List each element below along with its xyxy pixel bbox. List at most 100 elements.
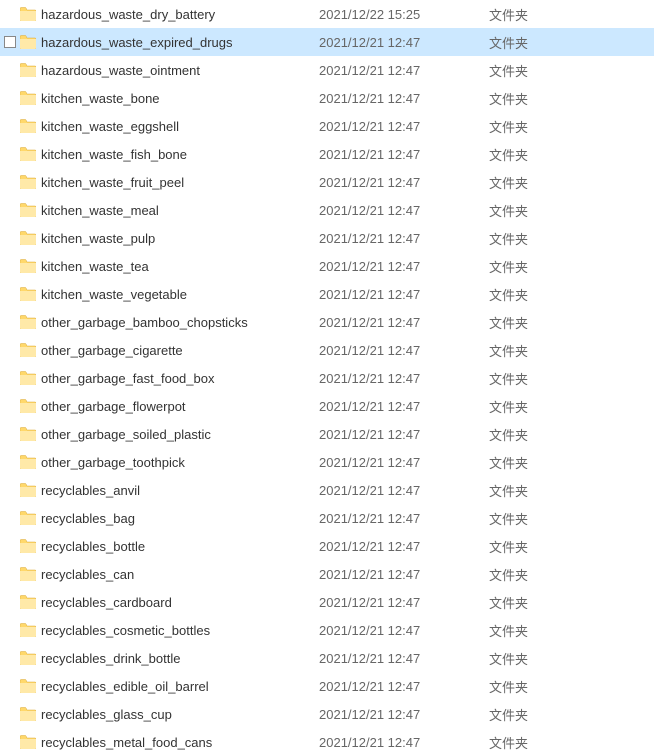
file-row[interactable]: kitchen_waste_fish_bone2021/12/21 12:47文… — [0, 140, 654, 168]
icon-cell — [17, 511, 39, 525]
file-type: 文件夹 — [489, 229, 589, 248]
file-row[interactable]: recyclables_anvil2021/12/21 12:47文件夹 — [0, 476, 654, 504]
icon-cell — [17, 203, 39, 217]
icon-cell — [17, 483, 39, 497]
folder-icon — [20, 623, 36, 637]
file-type: 文件夹 — [489, 593, 589, 612]
file-name: other_garbage_fast_food_box — [39, 371, 319, 386]
file-row[interactable]: recyclables_cardboard2021/12/21 12:47文件夹 — [0, 588, 654, 616]
file-row[interactable]: other_garbage_bamboo_chopsticks2021/12/2… — [0, 308, 654, 336]
icon-cell — [17, 455, 39, 469]
file-type: 文件夹 — [489, 201, 589, 220]
icon-cell — [17, 35, 39, 49]
folder-icon — [20, 203, 36, 217]
file-row[interactable]: kitchen_waste_meal2021/12/21 12:47文件夹 — [0, 196, 654, 224]
file-name: recyclables_can — [39, 567, 319, 582]
file-row[interactable]: kitchen_waste_bone2021/12/21 12:47文件夹 — [0, 84, 654, 112]
file-name: recyclables_bag — [39, 511, 319, 526]
icon-cell — [17, 343, 39, 357]
file-type: 文件夹 — [489, 649, 589, 668]
file-date: 2021/12/21 12:47 — [319, 623, 489, 638]
folder-icon — [20, 287, 36, 301]
file-type: 文件夹 — [489, 117, 589, 136]
file-date: 2021/12/21 12:47 — [319, 455, 489, 470]
file-name: recyclables_bottle — [39, 539, 319, 554]
folder-icon — [20, 679, 36, 693]
file-name: other_garbage_bamboo_chopsticks — [39, 315, 319, 330]
folder-icon — [20, 91, 36, 105]
file-row[interactable]: kitchen_waste_pulp2021/12/21 12:47文件夹 — [0, 224, 654, 252]
file-type: 文件夹 — [489, 677, 589, 696]
folder-icon — [20, 707, 36, 721]
file-name: kitchen_waste_eggshell — [39, 119, 319, 134]
file-row[interactable]: recyclables_glass_cup2021/12/21 12:47文件夹 — [0, 700, 654, 728]
file-row[interactable]: recyclables_bag2021/12/21 12:47文件夹 — [0, 504, 654, 532]
icon-cell — [17, 371, 39, 385]
file-date: 2021/12/21 12:47 — [319, 679, 489, 694]
file-name: kitchen_waste_fruit_peel — [39, 175, 319, 190]
file-date: 2021/12/21 12:47 — [319, 371, 489, 386]
file-date: 2021/12/21 12:47 — [319, 483, 489, 498]
file-type: 文件夹 — [489, 285, 589, 304]
file-row[interactable]: hazardous_waste_ointment2021/12/21 12:47… — [0, 56, 654, 84]
file-type: 文件夹 — [489, 481, 589, 500]
file-name: recyclables_cardboard — [39, 595, 319, 610]
row-checkbox[interactable] — [4, 36, 16, 48]
file-row[interactable]: other_garbage_soiled_plastic2021/12/21 1… — [0, 420, 654, 448]
file-row[interactable]: other_garbage_toothpick2021/12/21 12:47文… — [0, 448, 654, 476]
file-date: 2021/12/21 12:47 — [319, 651, 489, 666]
icon-cell — [17, 231, 39, 245]
folder-icon — [20, 455, 36, 469]
file-row[interactable]: other_garbage_cigarette2021/12/21 12:47文… — [0, 336, 654, 364]
file-type: 文件夹 — [489, 453, 589, 472]
file-type: 文件夹 — [489, 145, 589, 164]
folder-icon — [20, 651, 36, 665]
icon-cell — [17, 651, 39, 665]
file-type: 文件夹 — [489, 89, 589, 108]
file-row[interactable]: recyclables_bottle2021/12/21 12:47文件夹 — [0, 532, 654, 560]
file-date: 2021/12/21 12:47 — [319, 175, 489, 190]
folder-icon — [20, 399, 36, 413]
file-type: 文件夹 — [489, 33, 589, 52]
file-row[interactable]: recyclables_cosmetic_bottles2021/12/21 1… — [0, 616, 654, 644]
icon-cell — [17, 623, 39, 637]
file-name: other_garbage_toothpick — [39, 455, 319, 470]
folder-icon — [20, 735, 36, 749]
icon-cell — [17, 147, 39, 161]
checkbox-area — [3, 36, 17, 48]
file-row[interactable]: kitchen_waste_vegetable2021/12/21 12:47文… — [0, 280, 654, 308]
file-row[interactable]: hazardous_waste_expired_drugs2021/12/21 … — [0, 28, 654, 56]
file-row[interactable]: other_garbage_fast_food_box2021/12/21 12… — [0, 364, 654, 392]
file-row[interactable]: kitchen_waste_tea2021/12/21 12:47文件夹 — [0, 252, 654, 280]
file-date: 2021/12/21 12:47 — [319, 119, 489, 134]
file-name: other_garbage_soiled_plastic — [39, 427, 319, 442]
file-row[interactable]: recyclables_metal_food_cans2021/12/21 12… — [0, 728, 654, 756]
icon-cell — [17, 735, 39, 749]
icon-cell — [17, 259, 39, 273]
file-date: 2021/12/21 12:47 — [319, 231, 489, 246]
folder-icon — [20, 595, 36, 609]
file-type: 文件夹 — [489, 705, 589, 724]
file-date: 2021/12/21 12:47 — [319, 343, 489, 358]
file-row[interactable]: recyclables_edible_oil_barrel2021/12/21 … — [0, 672, 654, 700]
file-type: 文件夹 — [489, 537, 589, 556]
file-date: 2021/12/21 12:47 — [319, 511, 489, 526]
icon-cell — [17, 539, 39, 553]
file-date: 2021/12/21 12:47 — [319, 399, 489, 414]
file-row[interactable]: recyclables_can2021/12/21 12:47文件夹 — [0, 560, 654, 588]
folder-icon — [20, 147, 36, 161]
icon-cell — [17, 427, 39, 441]
icon-cell — [17, 399, 39, 413]
icon-cell — [17, 91, 39, 105]
file-row[interactable]: kitchen_waste_fruit_peel2021/12/21 12:47… — [0, 168, 654, 196]
file-row[interactable]: hazardous_waste_dry_battery2021/12/22 15… — [0, 0, 654, 28]
file-row[interactable]: other_garbage_flowerpot2021/12/21 12:47文… — [0, 392, 654, 420]
file-row[interactable]: kitchen_waste_eggshell2021/12/21 12:47文件… — [0, 112, 654, 140]
icon-cell — [17, 7, 39, 21]
icon-cell — [17, 567, 39, 581]
file-type: 文件夹 — [489, 509, 589, 528]
file-name: kitchen_waste_meal — [39, 203, 319, 218]
file-row[interactable]: recyclables_drink_bottle2021/12/21 12:47… — [0, 644, 654, 672]
file-name: recyclables_drink_bottle — [39, 651, 319, 666]
file-date: 2021/12/21 12:47 — [319, 707, 489, 722]
